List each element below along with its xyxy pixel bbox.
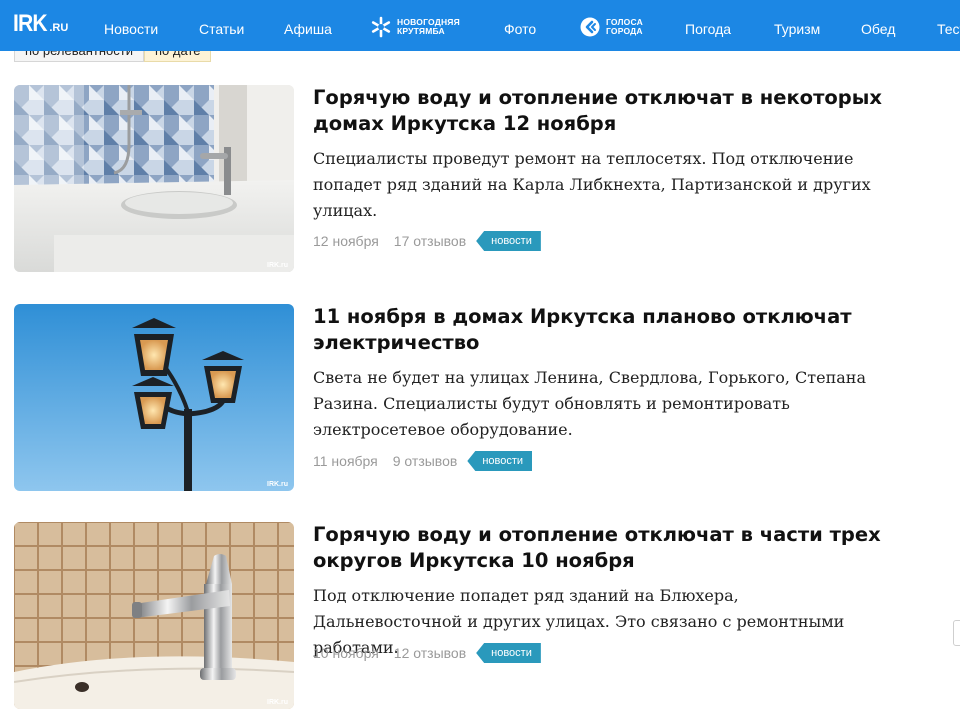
logo-suffix: .RU: [49, 22, 69, 34]
site-logo[interactable]: IRK .RU: [13, 10, 68, 40]
news-item: IRK.ru Горячую воду и отопление отключат…: [14, 85, 894, 273]
photo-watermark: IRK.ru: [267, 262, 288, 269]
nav-item-test[interactable]: Тест: [937, 0, 960, 51]
nav-item-photo[interactable]: Фото: [504, 0, 536, 51]
nav-item-news[interactable]: Новости: [104, 0, 158, 51]
news-meta: 10 ноября 12 отзывов новости: [313, 643, 541, 663]
news-meta: 12 ноября 17 отзывов новости: [313, 231, 541, 251]
news-title[interactable]: 11 ноября в домах Иркутска планово отклю…: [313, 304, 888, 356]
street-lamp-photo: IRK.ru: [14, 304, 294, 491]
logo-main: IRK: [13, 10, 48, 37]
top-navigation-bar: IRK .RU Новости Статьи Афиша Новогодняя …: [0, 0, 960, 51]
news-thumbnail-street-lamp[interactable]: IRK.ru: [14, 304, 294, 491]
nav-item-lunch[interactable]: Обед: [861, 0, 895, 51]
photo-watermark: IRK.ru: [267, 699, 288, 706]
news-tag[interactable]: новости: [467, 451, 533, 471]
voices-line2: города: [606, 26, 643, 36]
news-item: IRK.ru Горячую воду и отопление отключат…: [14, 522, 894, 710]
new-year-label: Новогодняя крутямба: [397, 18, 460, 36]
news-comments-count[interactable]: 9 отзывов: [393, 453, 458, 469]
special-voices-link[interactable]: Голоса города: [579, 13, 643, 41]
special-new-year-link[interactable]: Новогодняя крутямба: [370, 13, 460, 41]
news-comments-count[interactable]: 12 отзывов: [394, 645, 466, 661]
news-title[interactable]: Горячую воду и отопление отключат в неко…: [313, 85, 888, 137]
side-scroll-button[interactable]: [953, 620, 960, 646]
news-thumbnail-bathroom-sink[interactable]: IRK.ru: [14, 85, 294, 272]
photo-watermark: IRK.ru: [267, 481, 288, 488]
news-lead: Специалисты проведут ремонт на теплосетя…: [313, 149, 871, 220]
bathroom-sink-photo: IRK.ru: [14, 85, 294, 272]
news-date[interactable]: 11 ноября: [313, 453, 378, 469]
news-meta: 11 ноября 9 отзывов новости: [313, 451, 533, 471]
voices-label: Голоса города: [606, 18, 643, 36]
nav-item-tourism[interactable]: Туризм: [774, 0, 820, 51]
news-comments-count[interactable]: 17 отзывов: [394, 233, 466, 249]
news-date[interactable]: 12 ноября: [313, 233, 379, 249]
quote-bubble-icon: [579, 16, 601, 38]
nav-item-articles[interactable]: Статьи: [199, 0, 244, 51]
nav-item-afisha[interactable]: Афиша: [284, 0, 332, 51]
nav-item-weather[interactable]: Погода: [685, 0, 731, 51]
news-item: IRK.ru 11 ноября в домах Иркутска планов…: [14, 304, 894, 492]
chrome-faucet-photo: IRK.ru: [14, 522, 294, 709]
new-year-line2: крутямба: [397, 26, 445, 36]
news-tag[interactable]: новости: [476, 643, 541, 663]
news-tag[interactable]: новости: [476, 231, 541, 251]
news-thumbnail-chrome-faucet[interactable]: IRK.ru: [14, 522, 294, 709]
news-date[interactable]: 10 ноября: [313, 645, 379, 661]
news-lead: Света не будет на улицах Ленина, Свердло…: [313, 368, 867, 439]
snowflake-icon: [370, 16, 392, 38]
news-title[interactable]: Горячую воду и отопление отключат в част…: [313, 522, 888, 574]
